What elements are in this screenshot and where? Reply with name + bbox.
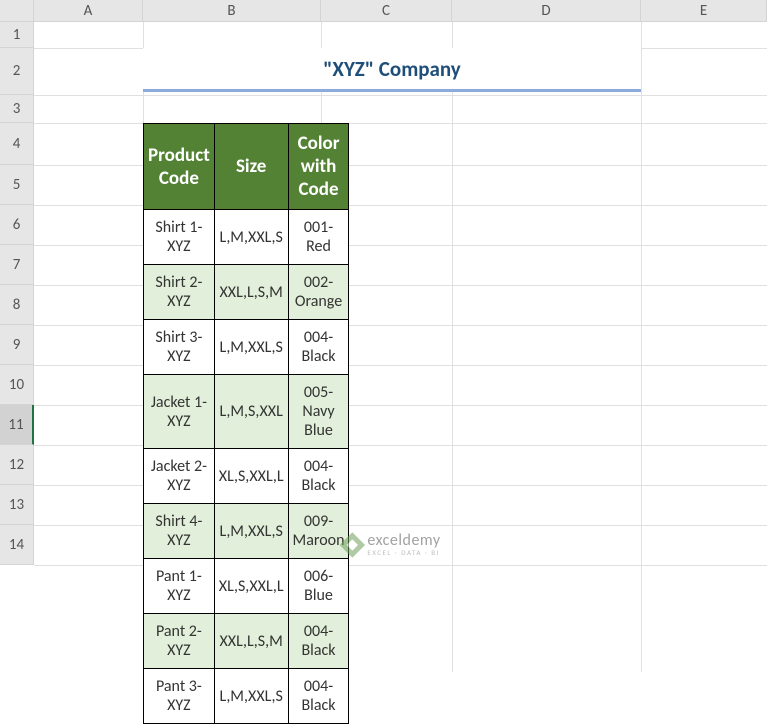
row-header-1[interactable]: 1 bbox=[0, 22, 34, 48]
row-header-4[interactable]: 4 bbox=[0, 123, 34, 165]
spreadsheet-grid: A B C D E 1234567891011121314 "XYZ" Comp… bbox=[0, 0, 767, 651]
cell[interactable]: Shirt 2-XYZ bbox=[144, 265, 215, 320]
table-row[interactable]: Pant 2-XYZXXL,L,S,M004-Black bbox=[144, 614, 349, 669]
cell[interactable]: L,M,XXL,S bbox=[214, 320, 288, 375]
cell[interactable]: Jacket 1-XYZ bbox=[144, 375, 215, 449]
watermark-logo-icon bbox=[340, 532, 365, 557]
table-row[interactable]: Jacket 1-XYZL,M,S,XXL005-Navy Blue bbox=[144, 375, 349, 449]
col-header-E[interactable]: E bbox=[641, 0, 767, 22]
row-header-10[interactable]: 10 bbox=[0, 365, 34, 405]
header-color[interactable]: Color with Code bbox=[288, 124, 349, 210]
watermark-main: exceldemy bbox=[367, 533, 440, 549]
cell[interactable]: L,M,XXL,S bbox=[214, 210, 288, 265]
table-row[interactable]: Pant 3-XYZL,M,XXL,S004-Black bbox=[144, 669, 349, 724]
header-product-code[interactable]: Product Code bbox=[144, 124, 215, 210]
cell[interactable]: 002-Orange bbox=[288, 265, 349, 320]
row-header-7[interactable]: 7 bbox=[0, 245, 34, 285]
cell[interactable]: 001-Red bbox=[288, 210, 349, 265]
header-size[interactable]: Size bbox=[214, 124, 288, 210]
cell[interactable]: Shirt 1-XYZ bbox=[144, 210, 215, 265]
cell[interactable]: L,M,S,XXL bbox=[214, 375, 288, 449]
cell[interactable]: Shirt 4-XYZ bbox=[144, 504, 215, 559]
row-header-5[interactable]: 5 bbox=[0, 165, 34, 205]
cell[interactable]: 004-Black bbox=[288, 669, 349, 724]
page-title: "XYZ" Company bbox=[143, 48, 641, 92]
gridline-v bbox=[641, 22, 642, 672]
cell[interactable]: 004-Black bbox=[288, 614, 349, 669]
row-header-3[interactable]: 3 bbox=[0, 95, 34, 123]
cell[interactable]: Pant 1-XYZ bbox=[144, 559, 215, 614]
cell[interactable]: Shirt 3-XYZ bbox=[144, 320, 215, 375]
cell[interactable]: 005-Navy Blue bbox=[288, 375, 349, 449]
row-header-6[interactable]: 6 bbox=[0, 205, 34, 245]
table-row[interactable]: Shirt 1-XYZL,M,XXL,S001-Red bbox=[144, 210, 349, 265]
gridline-v bbox=[452, 22, 453, 672]
row-header-12[interactable]: 12 bbox=[0, 445, 34, 485]
row-header-9[interactable]: 9 bbox=[0, 325, 34, 365]
cell[interactable]: XXL,L,S,M bbox=[214, 614, 288, 669]
row-headers: 1234567891011121314 bbox=[0, 22, 34, 565]
cell[interactable]: Jacket 2-XYZ bbox=[144, 449, 215, 504]
cell[interactable]: 004-Black bbox=[288, 449, 349, 504]
cell[interactable]: Pant 3-XYZ bbox=[144, 669, 215, 724]
watermark-sub: EXCEL · DATA · BI bbox=[367, 549, 440, 556]
col-header-B[interactable]: B bbox=[143, 0, 321, 22]
table-row[interactable]: Pant 1-XYZXL,S,XXL,L006-Blue bbox=[144, 559, 349, 614]
cell[interactable]: 009-Maroon bbox=[288, 504, 349, 559]
table-row[interactable]: Shirt 2-XYZXXL,L,S,M002-Orange bbox=[144, 265, 349, 320]
row-header-8[interactable]: 8 bbox=[0, 285, 34, 325]
header-row: Product Code Size Color with Code bbox=[144, 124, 349, 210]
row-header-14[interactable]: 14 bbox=[0, 525, 34, 565]
cell[interactable]: XL,S,XXL,L bbox=[214, 559, 288, 614]
column-headers: A B C D E bbox=[0, 0, 767, 22]
cell[interactable]: 004-Black bbox=[288, 320, 349, 375]
data-table: Product Code Size Color with Code Shirt … bbox=[143, 123, 349, 724]
cell[interactable]: L,M,XXL,S bbox=[214, 504, 288, 559]
watermark-text: exceldemy EXCEL · DATA · BI bbox=[367, 533, 440, 556]
table-row[interactable]: Jacket 2-XYZXL,S,XXL,L004-Black bbox=[144, 449, 349, 504]
row-header-2[interactable]: 2 bbox=[0, 48, 34, 95]
col-header-D[interactable]: D bbox=[452, 0, 641, 22]
row-header-13[interactable]: 13 bbox=[0, 485, 34, 525]
col-header-A[interactable]: A bbox=[34, 0, 143, 22]
table-row[interactable]: Shirt 4-XYZL,M,XXL,S009-Maroon bbox=[144, 504, 349, 559]
watermark: exceldemy EXCEL · DATA · BI bbox=[343, 533, 440, 556]
cell[interactable]: L,M,XXL,S bbox=[214, 669, 288, 724]
col-header-C[interactable]: C bbox=[321, 0, 452, 22]
row-header-11[interactable]: 11 bbox=[0, 405, 34, 445]
cell[interactable]: 006-Blue bbox=[288, 559, 349, 614]
select-all-corner[interactable] bbox=[0, 0, 34, 22]
cell[interactable]: XXL,L,S,M bbox=[214, 265, 288, 320]
cell[interactable]: Pant 2-XYZ bbox=[144, 614, 215, 669]
table-row[interactable]: Shirt 3-XYZL,M,XXL,S004-Black bbox=[144, 320, 349, 375]
cell[interactable]: XL,S,XXL,L bbox=[214, 449, 288, 504]
